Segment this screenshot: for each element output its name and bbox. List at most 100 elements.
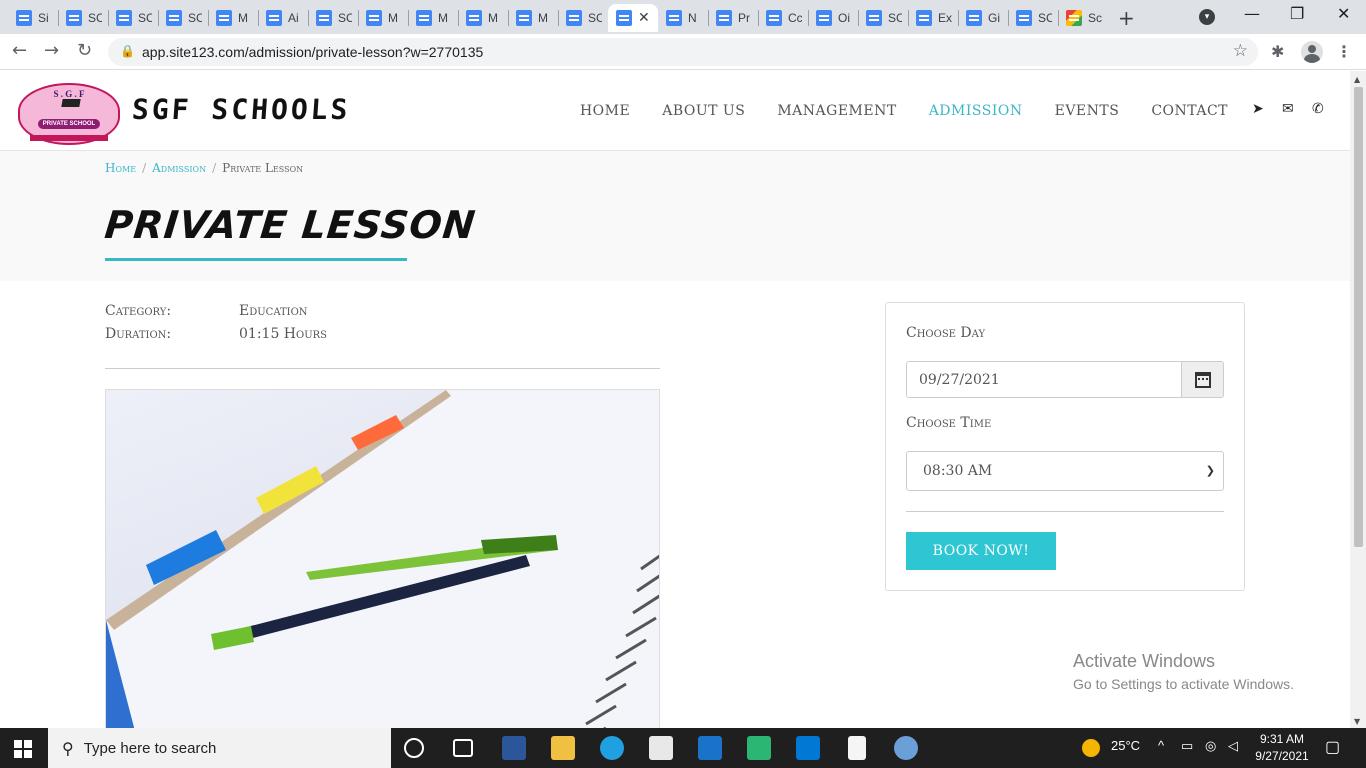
- nav-contact[interactable]: CONTACT: [1151, 103, 1228, 119]
- phone-icon[interactable]: ✆: [1312, 101, 1324, 117]
- booking-panel: Choose Day Choose Time 08:30 AM ❯ BOOK N…: [885, 302, 1245, 591]
- envelope-icon[interactable]: ✉: [1282, 101, 1294, 117]
- school-logo[interactable]: S . G . F PRIVATE SCHOOL: [18, 83, 120, 145]
- activate-windows-title: Activate Windows: [1073, 651, 1216, 671]
- tab-favicon-icon: [166, 10, 182, 26]
- tab-label: SC: [88, 11, 102, 25]
- vscode-icon[interactable]: [796, 736, 820, 760]
- scroll-down-icon[interactable]: ▼: [1354, 717, 1360, 726]
- browser-tab[interactable]: SC: [308, 4, 358, 32]
- back-icon[interactable]: ←: [12, 40, 27, 61]
- forward-icon[interactable]: →: [44, 40, 59, 61]
- nav-about-us[interactable]: ABOUT US: [662, 103, 745, 119]
- browser-tab[interactable]: SC: [558, 4, 608, 32]
- reload-icon[interactable]: ↻: [77, 40, 92, 61]
- new-tab-button[interactable]: +: [1118, 6, 1135, 30]
- mail-icon[interactable]: [698, 736, 722, 760]
- taskbar-search[interactable]: ⚲ Type here to search: [48, 728, 391, 768]
- tab-label: M: [488, 11, 498, 25]
- notifications-icon[interactable]: ▢: [1325, 737, 1340, 757]
- site-name[interactable]: SGF SCHOOLS: [131, 93, 352, 126]
- browser-tab[interactable]: Cc: [758, 4, 808, 32]
- cortana-icon[interactable]: [404, 738, 424, 758]
- tab-label: M: [238, 11, 248, 25]
- browser-tab[interactable]: Sc: [1058, 4, 1108, 32]
- word-icon[interactable]: [502, 736, 526, 760]
- browser-tab[interactable]: Oi: [808, 4, 858, 32]
- calendar-button[interactable]: [1181, 362, 1223, 397]
- browser-tab[interactable]: Ai: [258, 4, 308, 32]
- browser-tab[interactable]: SC: [858, 4, 908, 32]
- close-window-icon[interactable]: ✕: [1337, 4, 1350, 23]
- time-select[interactable]: 08:30 AM ❯: [906, 451, 1224, 491]
- scroll-up-icon[interactable]: ▲: [1354, 75, 1360, 84]
- browser-tab[interactable]: SC: [1008, 4, 1058, 32]
- page-scrollbar[interactable]: ▲ ▼: [1350, 71, 1366, 728]
- choose-day-label: Choose Day: [906, 325, 986, 341]
- browser-tab[interactable]: M: [208, 4, 258, 32]
- paint-icon[interactable]: [894, 736, 918, 760]
- browser-tab[interactable]: Si: [8, 4, 58, 32]
- breadcrumb-current: Private Lesson: [222, 161, 304, 175]
- weather-temp[interactable]: 25°C: [1111, 738, 1140, 753]
- breadcrumb-admission[interactable]: Admission: [152, 161, 206, 175]
- url-text[interactable]: app.site123.com/admission/private-lesson…: [142, 44, 483, 60]
- tab-favicon-icon: [466, 10, 482, 26]
- tab-active[interactable]: ✕: [608, 4, 658, 32]
- browser-tab[interactable]: Pr: [708, 4, 758, 32]
- nav-home[interactable]: HOME: [580, 103, 630, 119]
- browser-tab[interactable]: Gi: [958, 4, 1008, 32]
- date-input[interactable]: [907, 362, 1181, 397]
- nav-events[interactable]: EVENTS: [1055, 103, 1120, 119]
- tab-label: Gi: [988, 11, 1000, 25]
- breadcrumb-home[interactable]: Home: [105, 161, 136, 175]
- browser-tab[interactable]: M: [508, 4, 558, 32]
- tab-favicon-icon: [616, 10, 632, 26]
- browser-tab[interactable]: M: [408, 4, 458, 32]
- windows-start-icon[interactable]: [14, 740, 32, 758]
- extensions-icon[interactable]: ✱: [1271, 42, 1284, 61]
- tab-label: Pr: [738, 11, 750, 25]
- browser-tab[interactable]: N: [658, 4, 708, 32]
- tab-search-icon[interactable]: ▾: [1199, 9, 1215, 25]
- nav-admission[interactable]: ADMISSION: [929, 103, 1023, 119]
- nav-management[interactable]: MANAGEMENT: [777, 103, 896, 119]
- volume-icon[interactable]: ◁: [1228, 738, 1238, 754]
- restore-icon[interactable]: ❐: [1290, 4, 1304, 23]
- edge-icon[interactable]: [600, 736, 624, 760]
- calendar-icon: [1194, 371, 1211, 388]
- weather-sun-icon[interactable]: [1082, 739, 1100, 757]
- store-icon[interactable]: [649, 736, 673, 760]
- book-now-button[interactable]: BOOK NOW!: [906, 532, 1056, 570]
- task-view-icon[interactable]: [453, 739, 473, 757]
- browser-tab[interactable]: M: [458, 4, 508, 32]
- location-arrow-icon[interactable]: ➤: [1252, 101, 1264, 117]
- tab-close-icon[interactable]: ✕: [638, 10, 650, 26]
- tray-chevron-icon[interactable]: ^: [1158, 738, 1164, 753]
- menu-icon[interactable]: ⋮: [1336, 42, 1352, 61]
- network-icon[interactable]: ◎: [1205, 738, 1216, 754]
- category-label: Category:: [105, 303, 172, 319]
- lesson-image: [105, 389, 660, 728]
- tab-label: SC: [338, 11, 352, 25]
- graduation-cap-icon: [61, 99, 81, 107]
- webstorm-icon[interactable]: [747, 736, 771, 760]
- minimize-icon[interactable]: —: [1244, 4, 1260, 23]
- browser-tab[interactable]: SC: [108, 4, 158, 32]
- scrollbar-thumb[interactable]: [1354, 87, 1363, 547]
- browser-tab[interactable]: Ex: [908, 4, 958, 32]
- browser-tab[interactable]: SC: [58, 4, 108, 32]
- file-explorer-icon[interactable]: [551, 736, 575, 760]
- battery-icon[interactable]: ▭: [1181, 738, 1193, 754]
- notepad-icon[interactable]: [848, 736, 866, 760]
- tab-favicon-icon: [16, 10, 32, 26]
- booking-divider: [906, 511, 1224, 512]
- address-bar[interactable]: 🔒 app.site123.com/admission/private-less…: [108, 38, 1258, 66]
- browser-tab[interactable]: SC: [158, 4, 208, 32]
- taskbar-clock[interactable]: 9:31 AM 9/27/2021: [1252, 731, 1312, 765]
- profile-avatar[interactable]: [1301, 41, 1323, 63]
- browser-tab[interactable]: M: [358, 4, 408, 32]
- date-field[interactable]: [906, 361, 1224, 398]
- bookmark-star-icon[interactable]: ☆: [1233, 41, 1248, 61]
- tab-label: SC: [138, 11, 152, 25]
